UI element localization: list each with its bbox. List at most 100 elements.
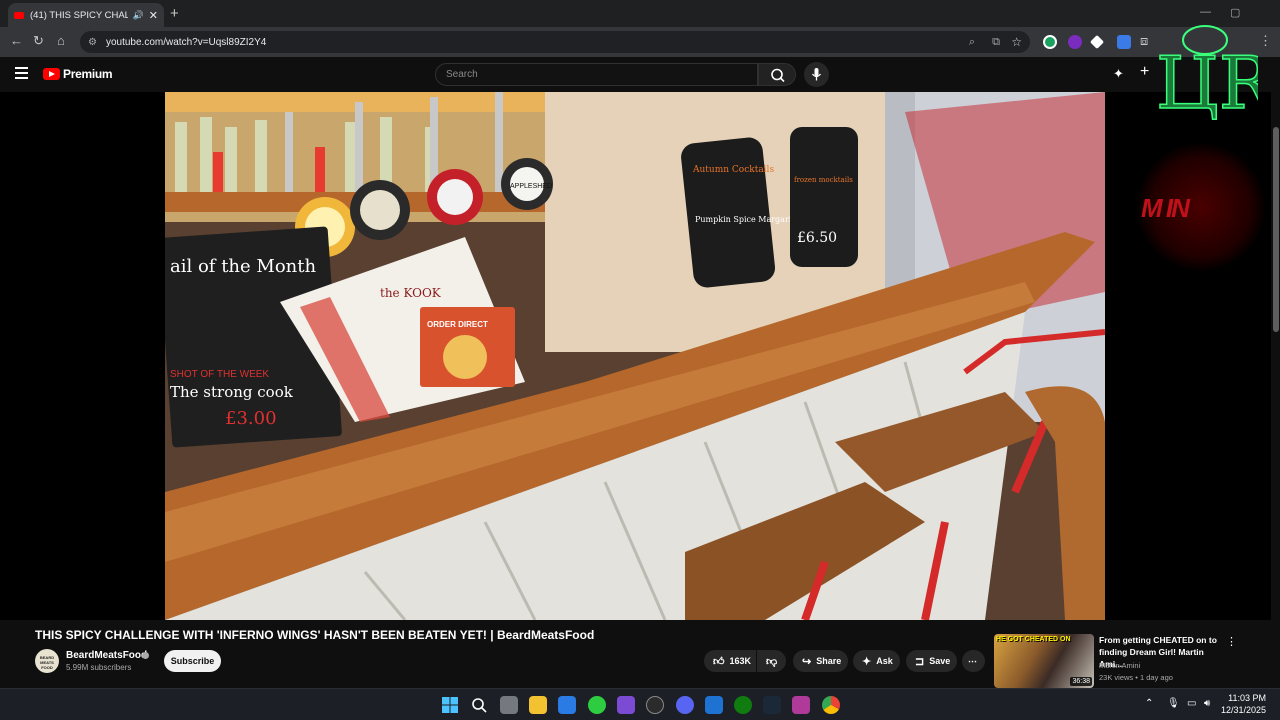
thumbs-down-icon: 👎︎ bbox=[766, 655, 778, 668]
channel-avatar[interactable]: BEARD MEATS FOOD bbox=[35, 649, 59, 673]
subscribe-button[interactable]: Subscribe bbox=[164, 650, 221, 672]
network-icon[interactable]: ▭ bbox=[1187, 698, 1196, 709]
share-label: Share bbox=[816, 656, 842, 666]
browser-toolbar: ← ↻ ⌂ ⚙ youtube.com/watch?v=Uqsl89ZI2Y4 … bbox=[0, 27, 1280, 57]
avatar-text: BEARD MEATS FOOD bbox=[39, 655, 55, 670]
board1-title: ail of the Month bbox=[170, 256, 316, 277]
extension-blue-icon[interactable] bbox=[1117, 35, 1131, 49]
tray-chevron-icon[interactable]: ⌃ bbox=[1145, 698, 1153, 709]
subscribe-label: Subscribe bbox=[170, 656, 215, 666]
bookmark-icon: ⊐ bbox=[915, 655, 925, 668]
share-button[interactable]: ↪ Share bbox=[793, 650, 848, 672]
store-icon[interactable] bbox=[558, 696, 576, 714]
taskbar-search-icon[interactable] bbox=[470, 696, 488, 714]
extension-grammarly-icon[interactable] bbox=[1043, 35, 1057, 49]
browser-menu-icon[interactable]: ⋮ bbox=[1259, 33, 1272, 49]
youtube-premium-logo[interactable]: Premium bbox=[43, 67, 113, 81]
mail-icon[interactable] bbox=[705, 696, 723, 714]
xbox-icon[interactable] bbox=[734, 696, 752, 714]
microphone-icon bbox=[811, 68, 822, 81]
like-button[interactable]: 👍︎ 163K bbox=[704, 650, 756, 672]
install-icon[interactable]: ⧉ bbox=[992, 36, 1000, 49]
task-view-icon[interactable] bbox=[500, 696, 518, 714]
search-icon bbox=[771, 68, 785, 83]
create-plus-icon[interactable]: + bbox=[1140, 63, 1149, 81]
save-button[interactable]: ⊐ Save bbox=[906, 650, 957, 672]
volume-icon[interactable]: 🔊︎ bbox=[1204, 698, 1210, 709]
steam-icon[interactable] bbox=[763, 696, 781, 714]
extension-purple-icon[interactable] bbox=[1068, 35, 1082, 49]
ask-button[interactable]: ✦ Ask bbox=[853, 650, 900, 672]
voice-search-button[interactable] bbox=[804, 62, 829, 87]
address-bar[interactable]: ⚙ youtube.com/watch?v=Uqsl89ZI2Y4 ⌕ ⧉ ☆ bbox=[80, 31, 1030, 53]
taskbar-date[interactable]: 12/31/2025 bbox=[1221, 705, 1266, 715]
board2-item: Pumpkin Spice Margarita bbox=[695, 215, 800, 224]
back-icon[interactable]: ← bbox=[10, 33, 23, 48]
speaker-icon[interactable]: 🔊 bbox=[133, 10, 144, 21]
board1-shot: SHOT OF THE WEEK bbox=[170, 369, 269, 380]
green-app-icon[interactable] bbox=[588, 696, 606, 714]
overlay-logo-icon: ЦR bbox=[1155, 25, 1258, 124]
menu-brand: the KOOK bbox=[380, 286, 442, 300]
overlay-red-badge: M IN bbox=[1137, 143, 1265, 271]
maximize-icon[interactable]: ▢ bbox=[1230, 6, 1240, 19]
menu-order: ORDER DIRECT bbox=[427, 320, 488, 329]
site-info-icon[interactable]: ⚙ bbox=[88, 37, 97, 48]
search-button[interactable] bbox=[758, 63, 796, 86]
purple-app-icon[interactable] bbox=[792, 696, 810, 714]
subscriber-count: 5.99M subscribers bbox=[66, 663, 132, 672]
discord-icon[interactable] bbox=[676, 696, 694, 714]
youtube-play-icon bbox=[43, 68, 60, 80]
tab-title: (41) THIS SPICY CHALLENGE bbox=[30, 9, 128, 21]
board1-sub: The strong cook bbox=[170, 383, 294, 401]
board3-price: £6.50 bbox=[797, 230, 837, 246]
video-player[interactable]: APPLESHED ail of the Month SHOT OF THE W… bbox=[0, 92, 1280, 620]
channel-name[interactable]: BeardMeatsFood bbox=[66, 650, 147, 661]
start-menu-icon[interactable] bbox=[441, 696, 459, 714]
youtube-favicon-icon bbox=[14, 11, 24, 19]
bookmark-star-icon[interactable]: ☆ bbox=[1011, 35, 1022, 49]
search-placeholder: Search bbox=[446, 69, 478, 80]
thumbs-up-icon: 👍︎ bbox=[713, 655, 725, 668]
file-explorer-icon[interactable] bbox=[529, 696, 547, 714]
recommendation-channel[interactable]: Martin Amini bbox=[1099, 661, 1140, 670]
ask-label: Ask bbox=[876, 656, 893, 666]
extension-diamond-icon[interactable] bbox=[1089, 34, 1105, 50]
thumb-banner-text: HE GOT CHEATED ON bbox=[996, 636, 1071, 643]
recommendation-thumbnail[interactable]: HE GOT CHEATED ON 36:38 bbox=[994, 634, 1094, 688]
recommendation-meta: 23K views • 1 day ago bbox=[1099, 673, 1173, 682]
clock-app-icon[interactable] bbox=[646, 696, 664, 714]
more-vertical-icon[interactable]: ⋮ bbox=[1226, 635, 1237, 648]
home-icon[interactable]: ⌂ bbox=[57, 33, 65, 48]
chrome-icon[interactable] bbox=[822, 696, 840, 714]
calculator-icon[interactable] bbox=[617, 696, 635, 714]
reload-icon[interactable]: ↻ bbox=[33, 33, 44, 49]
scrollbar-thumb[interactable] bbox=[1273, 127, 1279, 332]
minimize-icon[interactable]: — bbox=[1200, 6, 1211, 18]
board1-price: £3.00 bbox=[225, 408, 277, 429]
youtube-masthead: Premium Search ✦ + bbox=[0, 57, 1280, 92]
share-icon: ↪ bbox=[802, 655, 812, 668]
search-input[interactable]: Search bbox=[435, 63, 758, 86]
dislike-button[interactable]: 👎︎ bbox=[757, 650, 786, 672]
page-scrollbar[interactable] bbox=[1271, 57, 1280, 677]
zoom-icon[interactable]: ⌕ bbox=[969, 36, 975, 49]
video-frame[interactable]: APPLESHED ail of the Month SHOT OF THE W… bbox=[165, 92, 1105, 620]
extensions-puzzle-icon[interactable]: ⧈ bbox=[1140, 33, 1148, 49]
create-icon[interactable]: ✦ bbox=[1113, 66, 1124, 82]
new-tab-button[interactable]: + bbox=[170, 5, 179, 22]
board3-title: frozen mocktails bbox=[794, 176, 853, 184]
hamburger-menu-icon[interactable] bbox=[15, 67, 28, 79]
verified-icon bbox=[142, 652, 149, 659]
board2-title: Autumn Cocktails bbox=[692, 165, 774, 175]
browser-tab[interactable]: (41) THIS SPICY CHALLENGE 🔊 ✕ bbox=[8, 3, 164, 27]
logo-text: Premium bbox=[63, 67, 113, 81]
more-actions-button[interactable]: ⋯ bbox=[962, 650, 985, 672]
browser-tab-strip: (41) THIS SPICY CHALLENGE 🔊 ✕ + — ▢ bbox=[0, 0, 1280, 27]
windows-taskbar: ⌃ 🎙︎ ▭ 🔊︎ 11:03 PM 12/31/2025 bbox=[0, 688, 1280, 720]
video-duration: 36:38 bbox=[1070, 677, 1092, 686]
close-tab-icon[interactable]: ✕ bbox=[149, 9, 158, 22]
taskbar-time[interactable]: 11:03 PM bbox=[1228, 693, 1266, 703]
microphone-tray-icon[interactable]: 🎙︎ bbox=[1167, 698, 1180, 709]
url-text: youtube.com/watch?v=Uqsl89ZI2Y4 bbox=[105, 36, 267, 48]
